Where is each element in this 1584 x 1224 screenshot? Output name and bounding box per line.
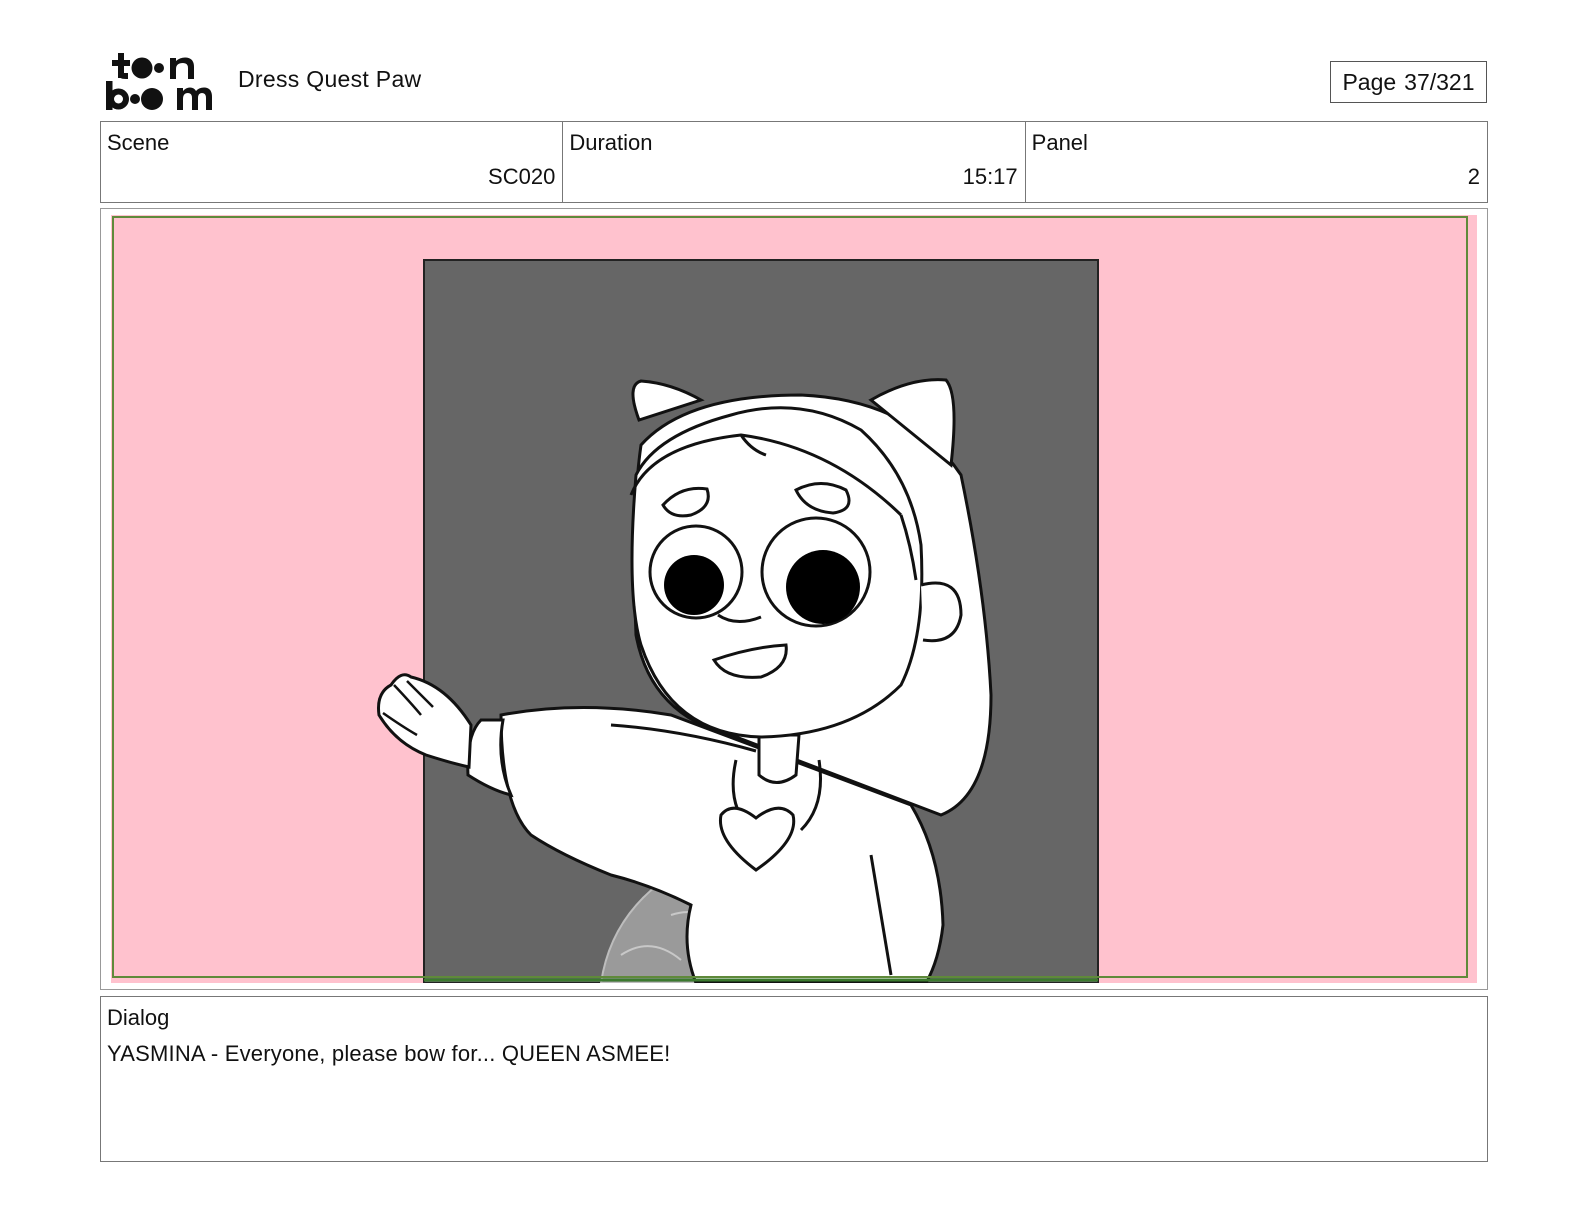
- panel-label: Panel: [1031, 130, 1088, 155]
- dialog-text: YASMINA - Everyone, please bow for... QU…: [107, 1041, 671, 1066]
- scene-value: SC020: [488, 164, 556, 189]
- panel-cell: Panel 2: [1026, 122, 1487, 202]
- dialog-box: Dialog YASMINA - Everyone, please bow fo…: [100, 996, 1488, 1162]
- page-label: Page: [1342, 68, 1397, 95]
- panel-value: 2: [1467, 164, 1480, 189]
- dialog-label: Dialog: [107, 1005, 170, 1030]
- scene-cell: Scene SC020: [101, 122, 564, 202]
- panel-image: [111, 215, 1477, 983]
- page-indicator: Page 37/321: [1330, 61, 1487, 103]
- duration-value: 15:17: [962, 164, 1018, 189]
- duration-label: Duration: [569, 130, 653, 155]
- page-number: 37/321: [1404, 68, 1475, 95]
- panel-frame: [100, 208, 1488, 990]
- toon-boom-logo: [104, 50, 214, 112]
- storyboard-drawing: [111, 215, 1477, 983]
- scene-label: Scene: [107, 130, 170, 155]
- project-title: Dress Quest Paw: [238, 66, 422, 92]
- duration-cell: Duration 15:17: [563, 122, 1026, 202]
- panel-info-row: Scene SC020 Duration 15:17 Panel 2: [100, 121, 1488, 203]
